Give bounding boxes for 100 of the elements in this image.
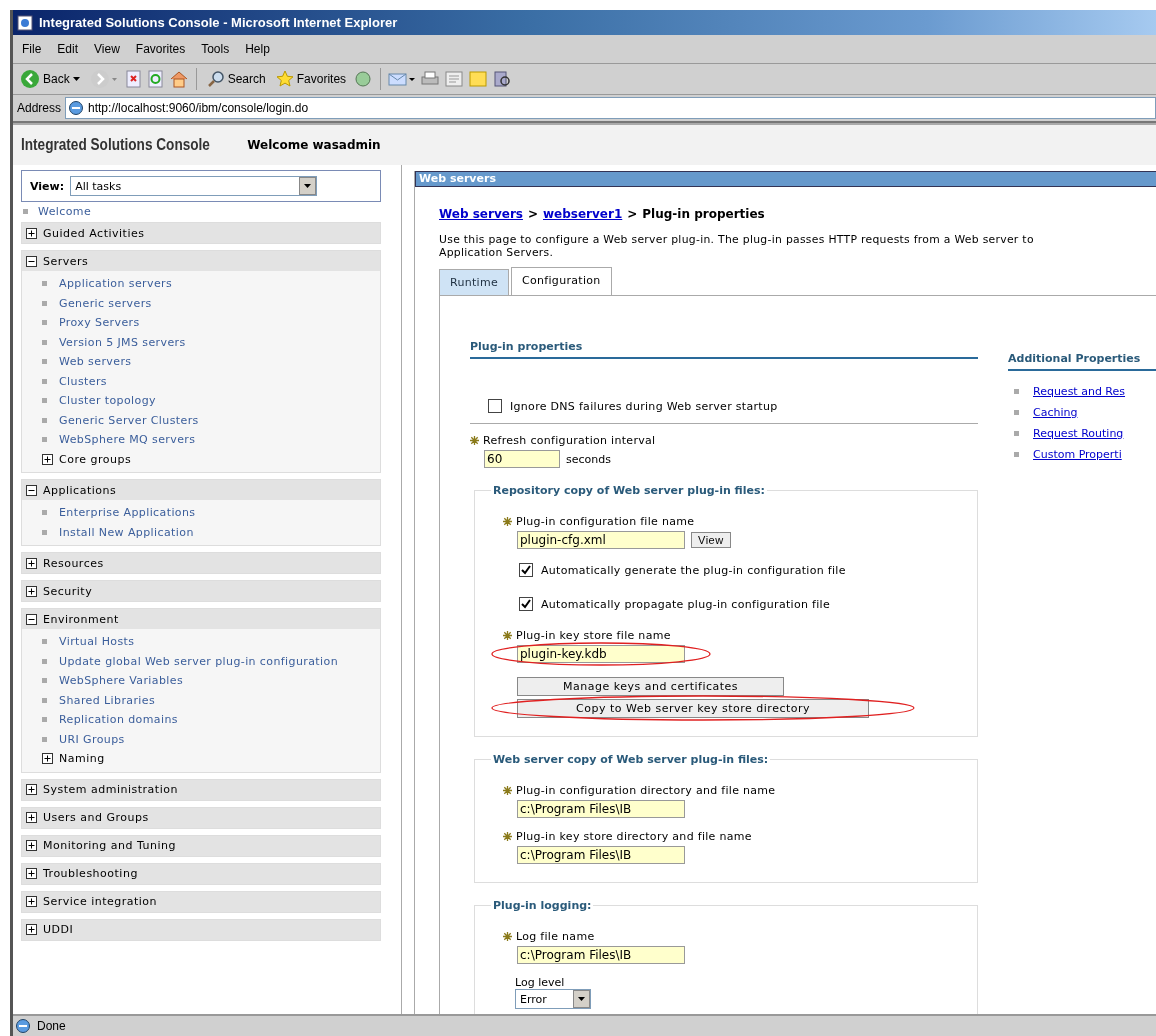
property-link[interactable]: Custom Properti — [1033, 448, 1122, 461]
nav-link[interactable]: Update global Web server plug-in configuration — [59, 654, 339, 668]
section-heading: Plug-in properties — [470, 340, 978, 359]
breadcrumb-link[interactable]: webserver1 — [543, 207, 623, 221]
address-field[interactable]: http://localhost:9060/ibm/console/login.do — [65, 97, 1156, 119]
printer-icon[interactable] — [420, 70, 441, 88]
action-button[interactable]: Manage keys and certificates — [517, 677, 785, 696]
expand-icon[interactable] — [26, 868, 37, 879]
menu-item[interactable]: File — [17, 40, 47, 58]
property-link[interactable]: Request and Res — [1033, 385, 1126, 398]
nav-link[interactable]: Version 5 JMS servers — [59, 335, 186, 349]
menu-item[interactable]: Favorites — [130, 40, 191, 58]
search-button[interactable]: Search — [203, 68, 269, 90]
nav-link[interactable]: Install New Application — [59, 525, 194, 539]
collapse-icon[interactable] — [26, 613, 37, 625]
menu-item[interactable]: View — [89, 40, 125, 58]
bullet-icon — [23, 209, 28, 214]
nav-section-header[interactable]: Troubleshooting — [43, 867, 138, 880]
nav-section-header[interactable]: Users and Groups — [43, 811, 149, 824]
nav-link[interactable]: Welcome — [38, 205, 92, 218]
home-icon[interactable] — [168, 70, 189, 88]
nav-link[interactable]: Generic Server Clusters — [59, 413, 199, 427]
collapse-icon[interactable] — [26, 484, 37, 496]
input-field[interactable]: c:\Program Files\IB — [517, 800, 685, 818]
nav-section-header[interactable]: Resources — [43, 556, 104, 570]
bullet-icon — [42, 678, 47, 684]
nav-link[interactable]: Proxy Servers — [59, 316, 140, 330]
field-label: Plug-in configuration directory and file name — [516, 784, 776, 797]
tab[interactable]: Configuration — [511, 267, 612, 295]
nav-link[interactable]: Generic servers — [59, 296, 152, 310]
expand-icon[interactable] — [26, 585, 37, 597]
property-link[interactable]: Request Routing — [1033, 427, 1124, 440]
checkbox-label: Ignore DNS failures during Web server startup — [510, 399, 778, 413]
input-field[interactable]: c:\Program Files\IB — [517, 946, 685, 964]
favorites-button[interactable]: Favorites — [272, 68, 350, 90]
nav-link[interactable]: URI Groups — [59, 732, 125, 746]
browser-icon — [17, 14, 33, 31]
mail-icon[interactable] — [388, 70, 417, 88]
window-title: Integrated Solutions Console - Microsoft Internet Explorer — [39, 15, 398, 30]
expand-icon[interactable] — [26, 840, 37, 851]
nav-link[interactable]: Clusters — [59, 374, 107, 388]
collapse-icon[interactable] — [26, 255, 37, 267]
nav-link[interactable]: WebSphere Variables — [59, 674, 184, 688]
back-icon — [20, 69, 40, 89]
globe-icon — [68, 100, 85, 116]
expand-icon[interactable] — [26, 924, 37, 935]
checkbox[interactable] — [488, 399, 502, 413]
checkbox[interactable] — [519, 563, 533, 577]
nav-link[interactable]: Web servers — [59, 355, 132, 369]
nav-section-header[interactable]: Applications — [43, 483, 117, 497]
input-field[interactable]: c:\Program Files\IB — [517, 846, 685, 864]
nav-link[interactable]: Cluster topology — [59, 394, 156, 408]
group-legend: Plug-in logging: — [491, 899, 594, 912]
breadcrumb-link[interactable]: Web servers — [439, 207, 523, 221]
expand-icon[interactable] — [26, 896, 37, 907]
action-button[interactable]: Copy to Web server key store directory — [517, 699, 869, 718]
nav-link[interactable]: Replication domains — [59, 713, 178, 727]
nav-link[interactable]: Virtual Hosts — [59, 635, 135, 649]
bullet-icon — [42, 339, 47, 345]
input-field[interactable]: plugin-cfg.xml — [517, 531, 685, 549]
nav-section-header[interactable]: Servers — [43, 254, 89, 268]
expand-icon[interactable] — [26, 812, 37, 823]
input-field[interactable]: plugin-key.kdb — [517, 645, 685, 663]
expand-icon[interactable] — [26, 784, 37, 795]
bullet-icon — [1014, 431, 1019, 436]
expand-icon[interactable] — [26, 557, 37, 569]
menu-item[interactable]: Edit — [52, 40, 84, 58]
view-dropdown[interactable]: All tasks — [70, 176, 318, 196]
dropdown[interactable]: Error — [515, 989, 591, 1009]
nav-section-header[interactable]: Service integration — [43, 895, 158, 908]
nav-group[interactable]: Core groups — [59, 452, 132, 466]
nav-link[interactable]: Shared Libraries — [59, 693, 156, 707]
nav-section-header[interactable]: Guided Activities — [43, 226, 145, 240]
tab[interactable]: Runtime — [439, 269, 510, 295]
refresh-icon[interactable] — [146, 70, 165, 88]
menu-item[interactable]: Tools — [196, 40, 235, 58]
expand-icon[interactable] — [42, 753, 53, 765]
nav-link[interactable]: Enterprise Applications — [59, 506, 196, 520]
bullet-icon — [1014, 452, 1019, 457]
nav-group[interactable]: Naming — [59, 752, 105, 766]
research-icon[interactable] — [492, 70, 513, 88]
nav-section-header[interactable]: UDDI — [43, 923, 74, 936]
bullet-icon — [42, 736, 47, 742]
input-field[interactable]: 60 — [484, 450, 560, 468]
nav-link[interactable]: Application servers — [59, 277, 173, 291]
nav-section-header[interactable]: Environment — [43, 612, 119, 626]
view-button[interactable]: View — [691, 532, 731, 548]
nav-section-header[interactable]: Security — [43, 584, 93, 598]
view-label: View: — [30, 179, 65, 193]
bullet-icon — [42, 359, 47, 365]
expand-icon[interactable] — [26, 227, 37, 239]
expand-icon[interactable] — [42, 453, 53, 465]
checkbox[interactable] — [519, 597, 533, 611]
bullet-icon — [42, 697, 47, 703]
property-link[interactable]: Caching — [1033, 406, 1078, 419]
nav-link[interactable]: WebSphere MQ servers — [59, 433, 196, 447]
menu-item[interactable]: Help — [240, 40, 275, 58]
back-button[interactable]: Back — [17, 67, 83, 91]
bullet-icon — [42, 639, 47, 645]
stop-icon[interactable] — [124, 70, 143, 88]
